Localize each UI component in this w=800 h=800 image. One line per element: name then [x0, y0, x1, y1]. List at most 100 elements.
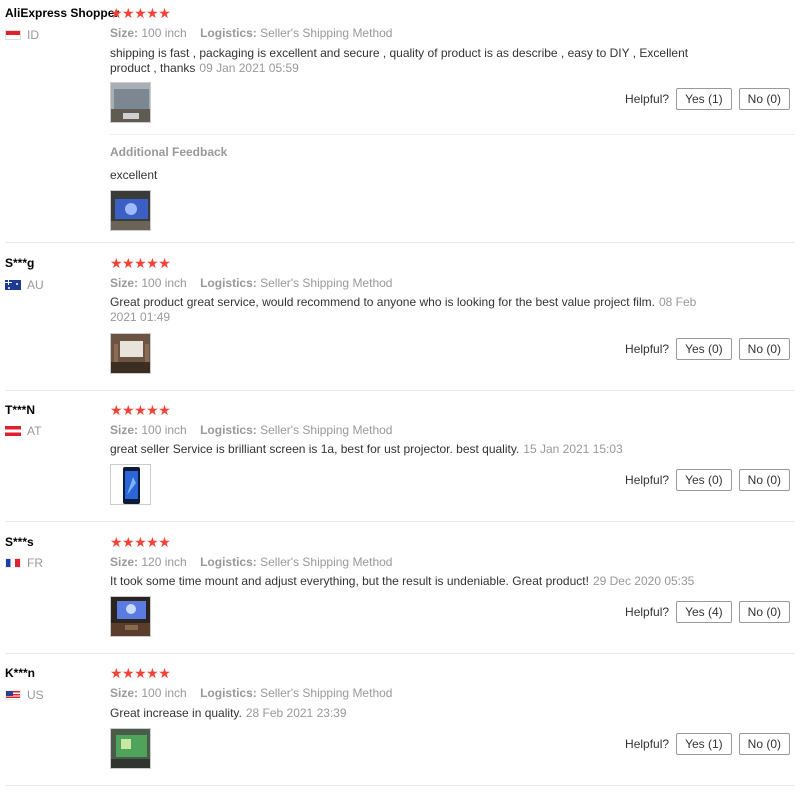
review-meta: Size: 100 inch Logistics: Seller's Shipp…: [110, 423, 392, 437]
reviewer-country: ID: [5, 28, 39, 42]
helpful-label: Helpful?: [625, 92, 670, 106]
star-rating: ★★★★★: [110, 5, 171, 21]
review-photo[interactable]: [110, 728, 151, 769]
photo-screen-icon: [111, 334, 150, 373]
review-meta: Size: 100 inch Logistics: Seller's Shipp…: [110, 686, 392, 700]
review-photo[interactable]: [110, 464, 151, 505]
size-value: 100 inch: [141, 423, 187, 437]
reviewer-name: T***N: [5, 403, 36, 417]
reviewer-name: S***s: [5, 535, 34, 549]
reviewer-name: S***g: [5, 256, 35, 270]
review-meta: Size: 120 inch Logistics: Seller's Shipp…: [110, 555, 392, 569]
size-value: 100 inch: [141, 26, 187, 40]
helpful-label: Helpful?: [625, 737, 670, 751]
size-value: 100 inch: [141, 276, 187, 290]
helpful-no-button[interactable]: No (0): [738, 88, 790, 110]
country-code: FR: [27, 556, 43, 570]
review-text: Great product great service, would recom…: [110, 295, 705, 325]
review-meta: Size: 100 inch Logistics: Seller's Shipp…: [110, 276, 392, 290]
helpful-no-button[interactable]: No (0): [738, 601, 790, 623]
helpful-label: Helpful?: [625, 342, 670, 356]
helpful-controls: Helpful? Yes (0) No (0): [625, 338, 790, 360]
divider: [5, 521, 795, 522]
helpful-yes-button[interactable]: Yes (0): [676, 338, 732, 360]
review-date: 29 Dec 2020 05:35: [592, 574, 695, 588]
helpful-controls: Helpful? Yes (4) No (0): [625, 601, 790, 623]
country-code: US: [27, 688, 44, 702]
review-body: Great increase in quality.: [110, 706, 242, 720]
logistics-value: Seller's Shipping Method: [260, 423, 393, 437]
logistics-label: Logistics:: [200, 276, 257, 290]
review-date: 15 Jan 2021 15:03: [523, 442, 623, 456]
review-text: It took some time mount and adjust every…: [110, 574, 710, 589]
divider: [5, 653, 795, 654]
review-body: shipping is fast , packaging is excellen…: [110, 46, 689, 75]
helpful-yes-button[interactable]: Yes (0): [676, 469, 732, 491]
review-body: great seller Service is brilliant screen…: [110, 442, 520, 456]
logistics-value: Seller's Shipping Method: [260, 276, 393, 290]
country-code: AT: [27, 424, 42, 438]
helpful-no-button[interactable]: No (0): [738, 338, 790, 360]
divider: [5, 390, 795, 391]
photo-screen-icon: [111, 191, 150, 230]
divider: [5, 242, 795, 243]
flag-au-icon: [5, 280, 21, 290]
helpful-label: Helpful?: [625, 473, 670, 487]
helpful-no-button[interactable]: No (0): [738, 733, 790, 755]
photo-screen-icon: [111, 729, 150, 768]
reviewer-name: K***n: [5, 666, 36, 680]
flag-at-icon: [5, 426, 21, 436]
star-rating: ★★★★★: [110, 255, 171, 271]
helpful-controls: Helpful? Yes (0) No (0): [625, 469, 790, 491]
logistics-value: Seller's Shipping Method: [260, 26, 393, 40]
logistics-label: Logistics:: [200, 423, 257, 437]
reviewer-country: FR: [5, 556, 43, 570]
star-rating: ★★★★★: [110, 665, 171, 681]
size-label: Size:: [110, 686, 139, 700]
review-photo[interactable]: [110, 82, 151, 123]
additional-feedback-photo[interactable]: [110, 190, 151, 231]
helpful-yes-button[interactable]: Yes (4): [676, 601, 732, 623]
review-photo[interactable]: [110, 333, 151, 374]
review-meta: Size: 100 inch Logistics: Seller's Shipp…: [110, 26, 392, 40]
photo-screen-icon: [111, 83, 150, 122]
review-text: Great increase in quality. 28 Feb 2021 23…: [110, 706, 710, 721]
reviewer-name: AliExpress Shopper: [5, 6, 120, 20]
helpful-no-button[interactable]: No (0): [738, 469, 790, 491]
review-date: 28 Feb 2021 23:39: [245, 706, 347, 720]
review-text: great seller Service is brilliant screen…: [110, 442, 710, 457]
review-date: 09 Jan 2021 05:59: [199, 61, 299, 75]
size-label: Size:: [110, 26, 139, 40]
flag-id-icon: [5, 30, 21, 40]
review-body: Great product great service, would recom…: [110, 295, 655, 309]
logistics-label: Logistics:: [200, 686, 257, 700]
divider: [5, 785, 795, 786]
logistics-value: Seller's Shipping Method: [260, 686, 393, 700]
review-body: It took some time mount and adjust every…: [110, 574, 589, 588]
reviewer-country: AU: [5, 278, 44, 292]
country-code: AU: [27, 278, 44, 292]
reviewer-country: US: [5, 688, 44, 702]
phone-photo-icon: [111, 465, 150, 504]
review-text: shipping is fast , packaging is excellen…: [110, 46, 710, 76]
country-code: ID: [27, 28, 39, 42]
helpful-yes-button[interactable]: Yes (1): [676, 733, 732, 755]
helpful-controls: Helpful? Yes (1) No (0): [625, 733, 790, 755]
review-photo[interactable]: [110, 596, 151, 637]
additional-feedback-text: excellent: [110, 168, 158, 182]
helpful-controls: Helpful? Yes (1) No (0): [625, 88, 790, 110]
logistics-label: Logistics:: [200, 555, 257, 569]
helpful-yes-button[interactable]: Yes (1): [676, 88, 732, 110]
size-label: Size:: [110, 276, 139, 290]
star-rating: ★★★★★: [110, 402, 171, 418]
size-value: 120 inch: [141, 555, 187, 569]
photo-screen-icon: [111, 597, 150, 636]
logistics-label: Logistics:: [200, 26, 257, 40]
size-label: Size:: [110, 555, 139, 569]
reviewer-country: AT: [5, 424, 41, 438]
star-rating: ★★★★★: [110, 534, 171, 550]
flag-us-icon: [5, 690, 21, 700]
helpful-label: Helpful?: [625, 605, 670, 619]
logistics-value: Seller's Shipping Method: [260, 555, 393, 569]
divider: [110, 134, 795, 135]
